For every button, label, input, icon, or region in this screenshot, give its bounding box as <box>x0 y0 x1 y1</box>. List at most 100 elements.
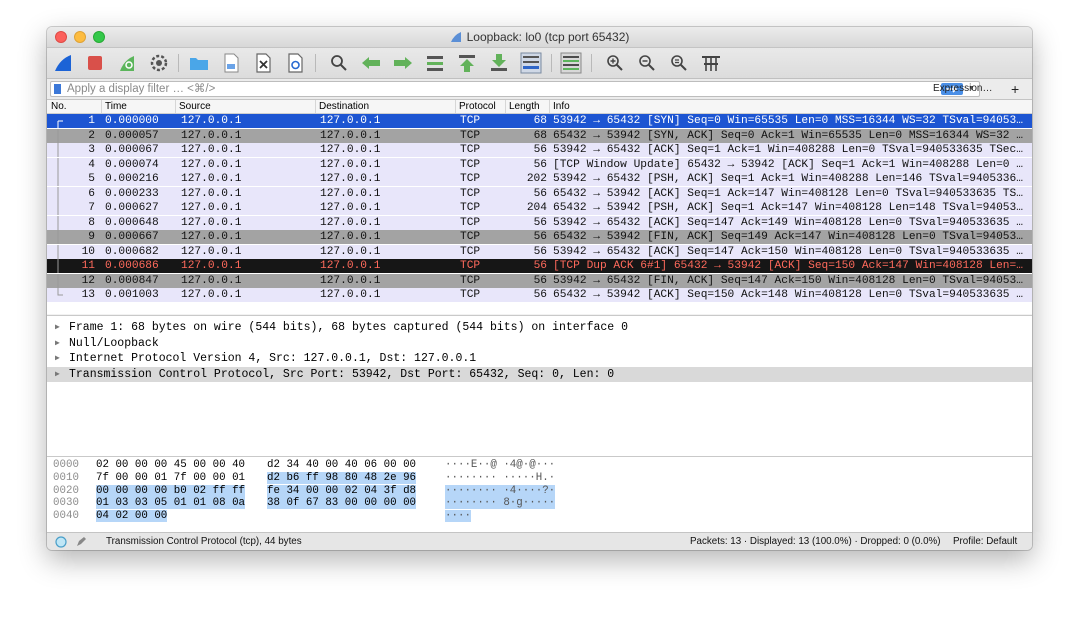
hex-bytes-left[interactable]: 02 00 00 00 45 00 00 40 <box>96 459 245 471</box>
table-row[interactable]: 2 0.000057 127.0.0.1 127.0.0.1 TCP 68 65432 → … <box>47 128 1032 143</box>
table-row[interactable]: 5 0.000216 127.0.0.1 127.0.0.1 TCP 202 53942 →… <box>47 172 1032 186</box>
packet-info: 65432 → 53942 [FIN, ACK] Seq=149 Ack=147… <box>553 231 1023 243</box>
reload-icon[interactable] <box>283 51 307 75</box>
expert-info-icon[interactable] <box>55 536 67 548</box>
column-header-length[interactable]: Length <box>505 100 540 113</box>
packet-length: 56 <box>533 158 547 171</box>
packet-list-header: No. Time Source Destination Protocol Len… <box>47 100 1032 114</box>
table-row[interactable]: 3 0.000067 127.0.0.1 127.0.0.1 TCP 56 53942 → … <box>47 143 1032 157</box>
hex-bytes-left[interactable]: 01 03 03 05 01 01 08 0a <box>96 497 246 510</box>
packet-time: 0.000233 <box>105 187 159 200</box>
first-packet-icon[interactable] <box>455 51 479 75</box>
capture-comment-icon[interactable] <box>75 536 87 548</box>
hex-bytes-left[interactable]: 00 00 00 00 b0 02 ff ff <box>96 484 246 497</box>
hex-bytes-left[interactable]: 7f 00 00 01 7f 00 00 01 <box>96 472 245 484</box>
packet-time: 0.001003 <box>105 289 159 301</box>
packet-info: [TCP Dup ACK 6#1] 65432 → 53942 [ACK] Se… <box>553 260 1023 272</box>
expand-triangle-icon[interactable]: ▶ <box>55 336 60 351</box>
conversation-bracket-icon <box>57 172 59 186</box>
table-row[interactable]: 13 0.001003 127.0.0.1 127.0.0.1 TCP 56 65432 →… <box>47 288 1032 302</box>
hex-bytes-right[interactable]: fe 34 00 00 02 04 3f d8 <box>267 484 417 497</box>
zoom-out-icon[interactable] <box>635 51 659 75</box>
ascii-bytes[interactable]: ····E··@ ·4@·@··· <box>445 459 555 471</box>
hex-bytes-left[interactable]: 04 02 00 00 <box>96 510 168 523</box>
packet-destination: 127.0.0.1 <box>320 216 381 229</box>
packet-info: 53942 → 65432 [FIN, ACK] Seq=147 Ack=150… <box>553 274 1023 287</box>
zoom-reset-icon[interactable] <box>667 51 691 75</box>
ascii-bytes[interactable]: ········ ·4····?· <box>445 484 556 497</box>
close-file-icon[interactable] <box>251 51 275 75</box>
options-gear-icon[interactable] <box>147 51 171 75</box>
ascii-bytes[interactable]: ········ 8·g····· <box>445 497 556 510</box>
packet-protocol: TCP <box>460 231 481 243</box>
conversation-bracket-icon <box>57 157 59 172</box>
packet-info: 65432 → 53942 [ACK] Seq=150 Ack=148 Win=… <box>553 289 1023 301</box>
table-row[interactable]: 1 0.000000 127.0.0.1 127.0.0.1 TCP 68 53942 → … <box>47 114 1032 128</box>
packet-protocol: TCP <box>460 173 481 185</box>
window-title-text: Loopback: lo0 (tcp port 65432) <box>466 30 630 44</box>
column-header-destination[interactable]: Destination <box>315 100 369 113</box>
tree-item[interactable]: ▶ Frame 1: 68 bytes on wire (544 bits), 6… <box>47 320 1032 335</box>
table-row[interactable]: 4 0.000074 127.0.0.1 127.0.0.1 TCP 56 [TCP Win… <box>47 157 1032 172</box>
restart-icon[interactable] <box>115 51 139 75</box>
tree-item[interactable]: ▶ Transmission Control Protocol, Src Port… <box>47 366 1032 382</box>
column-header-info[interactable]: Info <box>549 100 570 113</box>
column-header-no[interactable]: No. <box>47 100 67 113</box>
column-header-time[interactable]: Time <box>101 100 127 113</box>
stop-icon[interactable] <box>83 51 107 75</box>
bookmark-icon[interactable] <box>54 84 61 94</box>
packet-source: 127.0.0.1 <box>181 173 242 185</box>
forward-arrow-icon[interactable] <box>391 51 415 75</box>
conversation-bracket-icon <box>57 244 59 259</box>
ascii-bytes[interactable]: ········ ·····H.· <box>445 472 555 484</box>
packet-info: 53942 → 65432 [ACK] Seq=147 Ack=150 Win=… <box>553 245 1023 258</box>
conversation-bracket-icon <box>57 120 63 128</box>
resize-columns-icon[interactable] <box>699 51 723 75</box>
conversation-bracket-icon <box>57 273 59 288</box>
status-packet-counts: Packets: 13 · Displayed: 13 (100.0%) · D… <box>690 536 941 547</box>
open-folder-icon[interactable] <box>187 51 211 75</box>
packet-length: 68 <box>533 129 547 142</box>
shark-fin-start-icon[interactable] <box>51 51 75 75</box>
zoom-in-icon[interactable] <box>603 51 627 75</box>
table-row[interactable]: 11 0.000686 127.0.0.1 127.0.0.1 TCP 56 [TCP Du… <box>47 259 1032 273</box>
toolbar-separator <box>591 54 592 72</box>
table-row[interactable]: 8 0.000648 127.0.0.1 127.0.0.1 TCP 56 53942 → … <box>47 215 1032 230</box>
hex-bytes-right[interactable]: d2 34 40 00 40 06 00 00 <box>267 459 416 471</box>
packet-protocol: TCP <box>460 129 481 142</box>
column-header-source[interactable]: Source <box>175 100 211 113</box>
packet-time: 0.000648 <box>105 216 159 229</box>
status-profile[interactable]: Profile: Default <box>953 533 1017 550</box>
window-title: Loopback: lo0 (tcp port 65432) <box>47 27 1032 47</box>
hex-bytes-right[interactable]: d2 b6 ff 98 80 48 2e 96 <box>267 471 417 484</box>
table-row[interactable]: 7 0.000627 127.0.0.1 127.0.0.1 TCP 204 65432 →… <box>47 201 1032 215</box>
expand-triangle-icon[interactable]: ▶ <box>55 320 60 335</box>
packet-destination: 127.0.0.1 <box>320 231 381 243</box>
table-row[interactable]: 6 0.000233 127.0.0.1 127.0.0.1 TCP 56 65432 → … <box>47 186 1032 201</box>
save-file-icon[interactable] <box>219 51 243 75</box>
expression-button[interactable]: Expression… <box>933 81 992 97</box>
table-row[interactable]: 10 0.000682 127.0.0.1 127.0.0.1 TCP 56 53942 →… <box>47 244 1032 259</box>
expand-triangle-icon[interactable]: ▶ <box>55 351 60 366</box>
hex-offset: 0040 <box>53 510 79 523</box>
find-icon[interactable] <box>327 51 351 75</box>
ascii-bytes[interactable]: ···· <box>445 510 471 523</box>
table-row[interactable]: 9 0.000667 127.0.0.1 127.0.0.1 TCP 56 65432 → … <box>47 230 1032 244</box>
go-to-packet-icon[interactable] <box>423 51 447 75</box>
tree-item[interactable]: ▶ Internet Protocol Version 4, Src: 127.0… <box>47 351 1032 366</box>
back-arrow-icon[interactable] <box>359 51 383 75</box>
column-header-protocol[interactable]: Protocol <box>455 100 496 113</box>
expand-triangle-icon[interactable]: ▶ <box>55 367 60 382</box>
wireshark-window: Loopback: lo0 (tcp port 65432) Apply a d… <box>47 27 1032 550</box>
packet-protocol: TCP <box>460 216 481 229</box>
hex-offset: 0000 <box>53 459 79 471</box>
last-packet-icon[interactable] <box>487 51 511 75</box>
tree-item[interactable]: ▶ Null/Loopback <box>47 336 1032 351</box>
hex-bytes-right[interactable]: 38 0f 67 83 00 00 00 00 <box>267 497 417 510</box>
packet-protocol: TCP <box>460 274 481 287</box>
display-filter-input[interactable]: Apply a display filter … <⌘/> ▼ <box>50 81 980 97</box>
autoscroll-icon[interactable] <box>519 51 543 75</box>
table-row[interactable]: 12 0.000847 127.0.0.1 127.0.0.1 TCP 56 53942 →… <box>47 273 1032 288</box>
add-filter-button[interactable]: + <box>1011 79 1019 99</box>
colorize-icon[interactable] <box>559 51 583 75</box>
